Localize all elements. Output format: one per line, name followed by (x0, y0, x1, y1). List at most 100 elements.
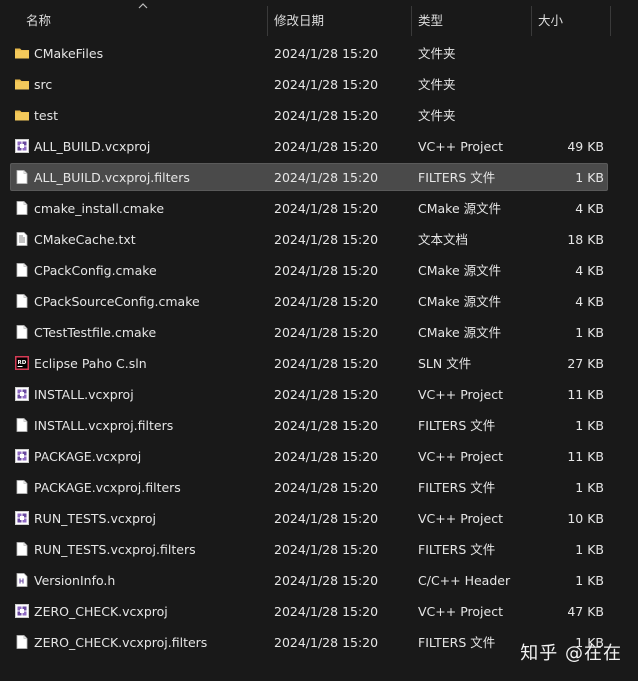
file-date-modified: 2024/1/28 15:20 (274, 418, 379, 433)
text-file-icon (14, 231, 30, 247)
file-date-modified: 2024/1/28 15:20 (274, 604, 379, 619)
file-type: CMake 源文件 (418, 325, 502, 340)
file-row[interactable]: ZERO_CHECK.vcxproj 2024/1/28 15:20 VC++ Pr… (0, 596, 638, 627)
file-size: 11 KB (567, 387, 604, 402)
file-type: 文件夹 (418, 77, 456, 92)
file-type: SLN 文件 (418, 356, 472, 371)
file-type: VC++ Project (418, 387, 503, 402)
file-date-modified: 2024/1/28 15:20 (274, 356, 379, 371)
file-row[interactable]: CPackSourceConfig.cmake 2024/1/28 15:20 CM… (0, 286, 638, 317)
file-type: 文本文档 (418, 232, 469, 247)
file-list: CMakeFiles 2024/1/28 15:20 文件夹 src 2024/1/28… (0, 38, 638, 658)
file-row[interactable]: ALL_BUILD.vcxproj.filters 2024/1/28 15:20… (0, 162, 638, 193)
file-date-modified: 2024/1/28 15:20 (274, 387, 379, 402)
file-name: ZERO_CHECK.vcxproj.filters (34, 635, 208, 650)
file-date-modified: 2024/1/28 15:20 (274, 635, 379, 650)
file-row[interactable]: INSTALL.vcxproj 2024/1/28 15:20 VC++ Proje… (0, 379, 638, 410)
watermark: 知乎 @在在 (520, 643, 622, 664)
file-size: 1 KB (575, 480, 604, 495)
file-type: 文件夹 (418, 46, 456, 61)
file-size: 1 KB (575, 573, 604, 588)
column-header-size[interactable]: 大小 (538, 0, 563, 38)
file-name: VersionInfo.h (34, 573, 116, 588)
vcxproj-icon (14, 448, 30, 464)
file-size: 27 KB (567, 356, 604, 371)
file-row[interactable]: test 2024/1/28 15:20 文件夹 (0, 100, 638, 131)
file-row[interactable]: CPackConfig.cmake 2024/1/28 15:20 CMake 源文… (0, 255, 638, 286)
file-name: PACKAGE.vcxproj (34, 449, 142, 464)
sort-ascending-icon (138, 3, 148, 9)
file-row[interactable]: cmake_install.cmake 2024/1/28 15:20 CMake … (0, 193, 638, 224)
file-row[interactable]: VersionInfo.h 2024/1/28 15:20 C/C++ Header… (0, 565, 638, 596)
file-size: 1 KB (575, 542, 604, 557)
file-name: CMakeCache.txt (34, 232, 136, 247)
file-row[interactable]: RUN_TESTS.vcxproj.filters 2024/1/28 15:20… (0, 534, 638, 565)
vcxproj-icon (14, 603, 30, 619)
file-icon (14, 634, 30, 650)
file-date-modified: 2024/1/28 15:20 (274, 170, 379, 185)
file-name: ALL_BUILD.vcxproj (34, 139, 151, 154)
file-date-modified: 2024/1/28 15:20 (274, 480, 379, 495)
column-divider[interactable] (610, 6, 611, 36)
file-row[interactable]: CTestTestfile.cmake 2024/1/28 15:20 CMake … (0, 317, 638, 348)
file-date-modified: 2024/1/28 15:20 (274, 325, 379, 340)
file-date-modified: 2024/1/28 15:20 (274, 77, 379, 92)
file-name: INSTALL.vcxproj.filters (34, 418, 174, 433)
column-divider[interactable] (411, 6, 412, 36)
svg-text:RD: RD (18, 360, 27, 366)
folder-icon (14, 107, 30, 123)
file-type: FILTERS 文件 (418, 480, 496, 495)
column-divider[interactable] (267, 6, 268, 36)
file-row[interactable]: src 2024/1/28 15:20 文件夹 (0, 69, 638, 100)
file-date-modified: 2024/1/28 15:20 (274, 449, 379, 464)
file-icon (14, 262, 30, 278)
file-name: Eclipse Paho C.sln (34, 356, 147, 371)
file-name: src (34, 77, 53, 92)
file-type: C/C++ Header (418, 573, 511, 588)
column-divider[interactable] (531, 6, 532, 36)
vcxproj-icon (14, 510, 30, 526)
file-icon (14, 541, 30, 557)
file-icon (14, 324, 30, 340)
file-row[interactable]: CMakeFiles 2024/1/28 15:20 文件夹 (0, 38, 638, 69)
column-header-date[interactable]: 修改日期 (274, 0, 324, 38)
file-explorer: 名称 修改日期 类型 大小 CMakeFiles 2024/1/28 15:20 文… (0, 0, 638, 681)
column-header-type[interactable]: 类型 (418, 0, 443, 38)
file-row[interactable]: ALL_BUILD.vcxproj 2024/1/28 15:20 VC++ Pro… (0, 131, 638, 162)
file-row[interactable]: RD Eclipse Paho C.sln 2024/1/28 15:20 SLN 文… (0, 348, 638, 379)
file-size: 1 KB (575, 170, 604, 185)
file-name: ZERO_CHECK.vcxproj (34, 604, 168, 619)
file-date-modified: 2024/1/28 15:20 (274, 232, 379, 247)
file-name: RUN_TESTS.vcxproj.filters (34, 542, 196, 557)
file-type: 文件夹 (418, 108, 456, 123)
file-type: CMake 源文件 (418, 201, 502, 216)
file-row[interactable]: PACKAGE.vcxproj.filters 2024/1/28 15:20 FI… (0, 472, 638, 503)
file-type: CMake 源文件 (418, 263, 502, 278)
file-type: FILTERS 文件 (418, 418, 496, 433)
file-row[interactable]: PACKAGE.vcxproj 2024/1/28 15:20 VC++ Proje… (0, 441, 638, 472)
file-row[interactable]: RUN_TESTS.vcxproj 2024/1/28 15:20 VC++ Pro… (0, 503, 638, 534)
header-file-icon (14, 572, 30, 588)
file-size: 1 KB (575, 418, 604, 433)
file-name: CPackSourceConfig.cmake (34, 294, 200, 309)
file-icon (14, 293, 30, 309)
file-row[interactable]: CMakeCache.txt 2024/1/28 15:20 文本文档 18 KB (0, 224, 638, 255)
file-date-modified: 2024/1/28 15:20 (274, 139, 379, 154)
file-size: 47 KB (567, 604, 604, 619)
file-type: FILTERS 文件 (418, 542, 496, 557)
file-size: 1 KB (575, 325, 604, 340)
vcxproj-icon (14, 138, 30, 154)
vcxproj-icon (14, 386, 30, 402)
column-header-name[interactable]: 名称 (26, 0, 51, 38)
file-row[interactable]: INSTALL.vcxproj.filters 2024/1/28 15:20 FI… (0, 410, 638, 441)
file-name: cmake_install.cmake (34, 201, 165, 216)
file-size: 4 KB (575, 294, 604, 309)
file-date-modified: 2024/1/28 15:20 (274, 294, 379, 309)
rider-sln-icon: RD (14, 355, 30, 371)
file-type: VC++ Project (418, 139, 503, 154)
file-size: 4 KB (575, 263, 604, 278)
file-type: CMake 源文件 (418, 294, 502, 309)
file-type: VC++ Project (418, 604, 503, 619)
file-type: FILTERS 文件 (418, 170, 496, 185)
file-name: PACKAGE.vcxproj.filters (34, 480, 181, 495)
